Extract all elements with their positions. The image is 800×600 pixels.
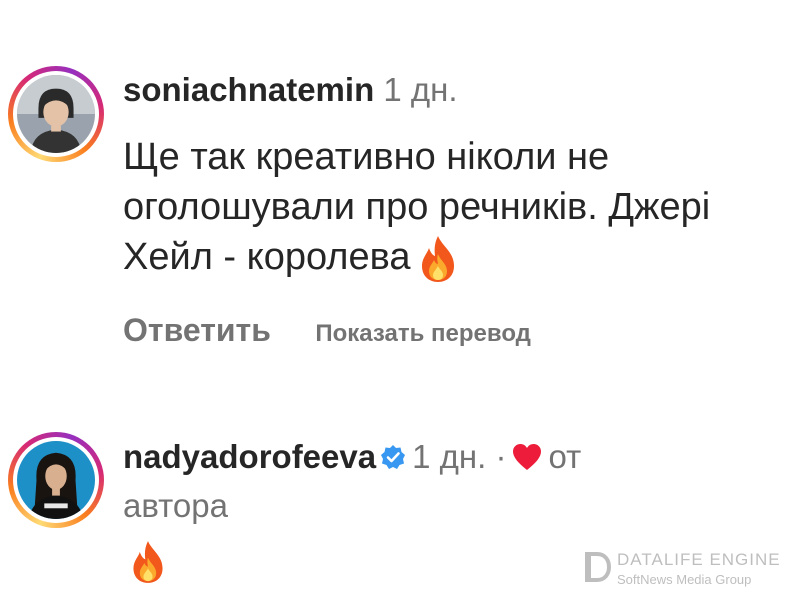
comment-time: 1 дн.	[412, 438, 487, 475]
show-translation-button[interactable]: Показать перевод	[315, 320, 531, 347]
heart-icon	[513, 444, 542, 471]
username-link[interactable]: soniachnatemin	[123, 71, 374, 108]
author-like-label-continued: автора	[123, 487, 228, 524]
watermark-subtitle: SoftNews Media Group	[617, 572, 752, 587]
comment-header: soniachnatemin 1 дн.	[123, 70, 458, 110]
watermark-title: DATALIFE ENGINE	[617, 550, 781, 569]
author-like-label: от	[548, 438, 582, 475]
username-link[interactable]: nadyadorofeeva	[123, 438, 376, 475]
verified-badge-icon	[381, 445, 406, 470]
comment-header: nadyadorofeeva 1 дн. · от	[123, 437, 581, 477]
avatar-photo	[17, 75, 95, 153]
comment-time: 1 дн.	[383, 71, 458, 108]
reply-button[interactable]: Ответить	[123, 312, 271, 348]
avatar-nadyadorofeeva[interactable]	[8, 432, 104, 528]
comments-screen: soniachnatemin 1 дн. Ще так креативно ні…	[0, 0, 800, 600]
avatar-photo	[17, 441, 95, 519]
fire-icon	[422, 235, 455, 282]
comment-text: Ще так креативно ніколи не оголошували п…	[123, 132, 763, 284]
avatar-soniachnatemin[interactable]	[8, 66, 104, 162]
comment-actions: Ответить Показать перевод	[123, 312, 531, 349]
datalife-logo-icon	[585, 552, 611, 582]
separator-dot: ·	[495, 438, 507, 475]
watermark: DATALIFE ENGINE SoftNews Media Group	[583, 548, 793, 592]
fire-icon	[133, 541, 163, 583]
